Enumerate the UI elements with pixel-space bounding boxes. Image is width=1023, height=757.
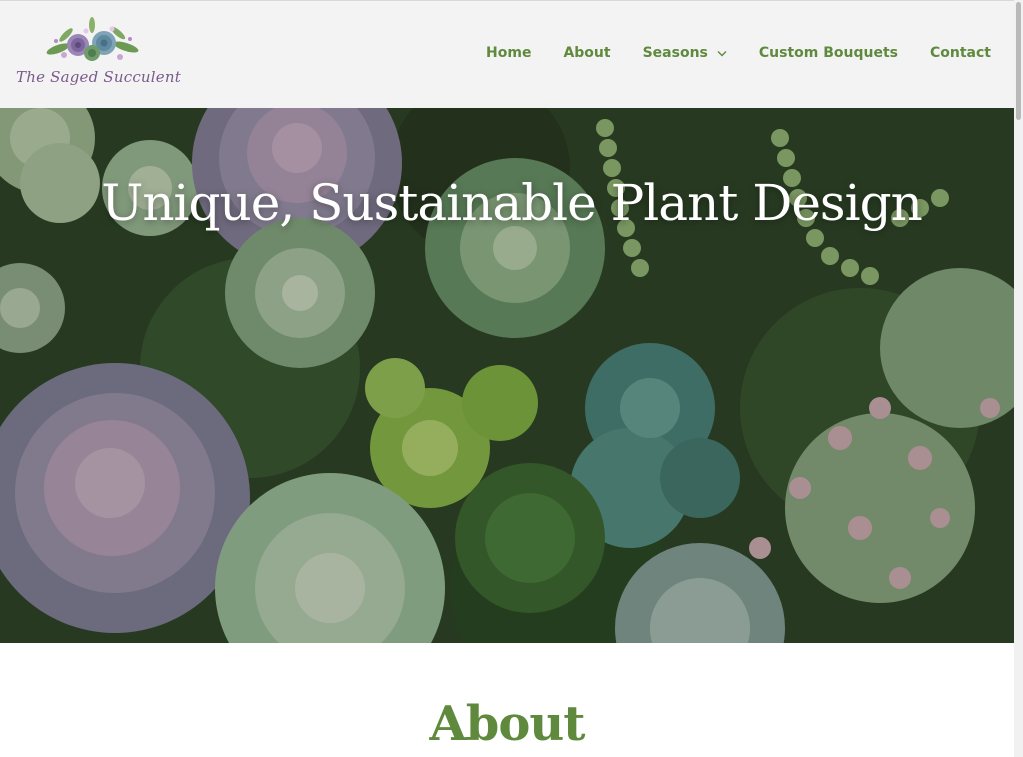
site-logo[interactable]: The Saged Succulent <box>16 13 181 93</box>
logo-text: The Saged Succulent <box>16 68 181 86</box>
scrollbar-thumb[interactable] <box>1016 2 1021 120</box>
chevron-down-icon[interactable] <box>717 50 727 57</box>
nav-home-label: Home <box>486 45 532 61</box>
page-scrollbar[interactable] <box>1014 0 1023 757</box>
succulent-bouquet-icon <box>46 17 139 61</box>
nav-custom-bouquets[interactable]: Custom Bouquets <box>759 45 898 61</box>
site-header: The Saged Succulent Home About Seasons C… <box>0 0 1023 108</box>
nav-home[interactable]: Home <box>486 45 531 61</box>
nav-custom-bouquets-label: Custom Bouquets <box>758 45 898 61</box>
nav-seasons[interactable]: Seasons <box>643 45 727 61</box>
hero-title: Unique, Sustainable Plant Design <box>101 174 923 232</box>
main-nav: Home About Seasons Custom Bouquets Conta… <box>486 1 991 105</box>
nav-contact-label: Contact <box>930 45 991 61</box>
nav-about-label: About <box>563 45 611 61</box>
nav-about[interactable]: About <box>563 45 610 61</box>
nav-seasons-label: Seasons <box>642 45 708 61</box>
about-heading: About <box>429 696 586 752</box>
nav-contact[interactable]: Contact <box>930 45 991 61</box>
